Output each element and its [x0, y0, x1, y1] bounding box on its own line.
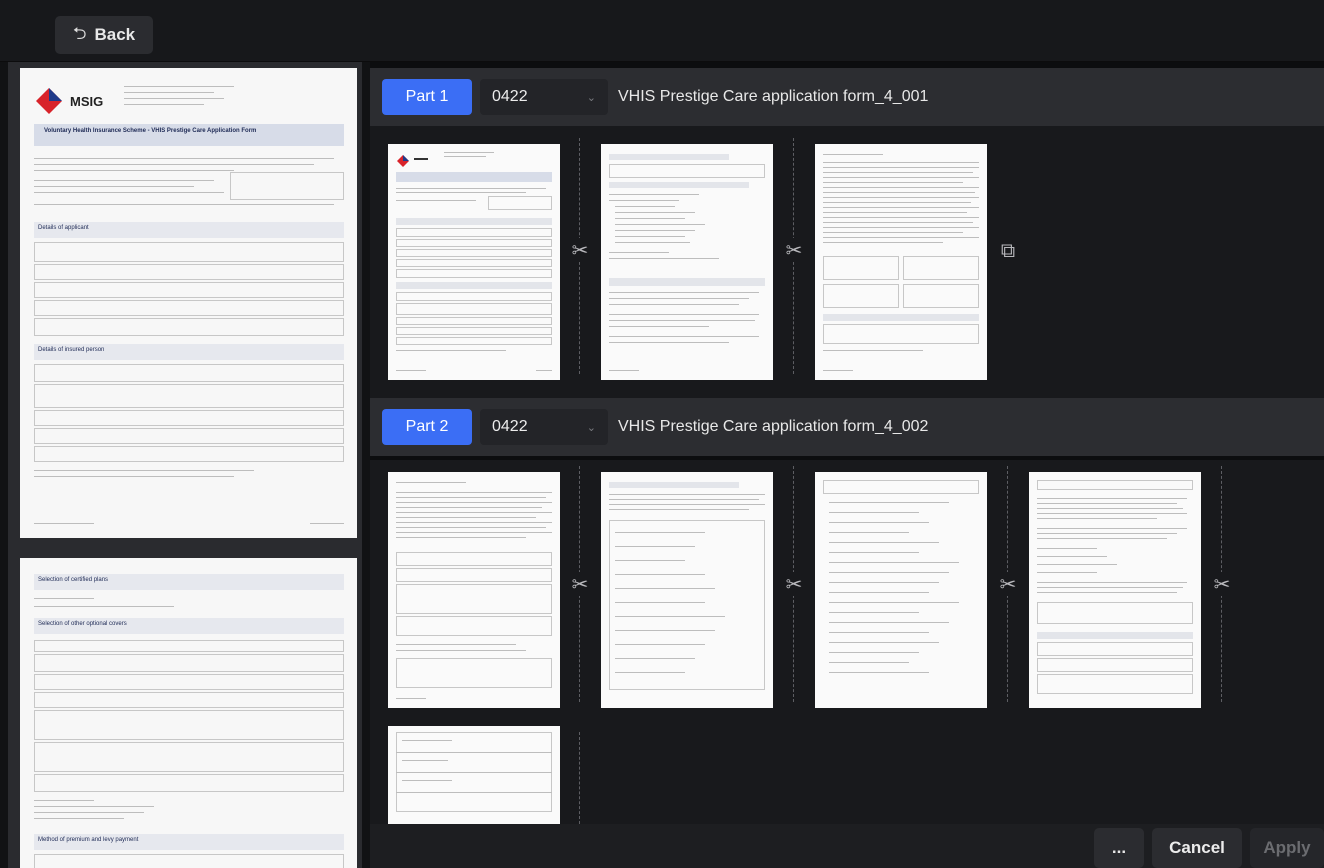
part-2-filename: VHIS Prestige Care application form_4_00… [618, 418, 929, 435]
part-1-code-select[interactable]: 0422 ⌄ [480, 79, 608, 115]
part-1-button[interactable]: Part 1 [382, 79, 472, 115]
split-divider[interactable]: ✂ [774, 126, 814, 398]
msig-logo [397, 155, 409, 167]
top-bar: ⮌ Back [0, 0, 1324, 62]
undo-arrow-icon: ⮌ [72, 23, 87, 44]
section-applicant: Details of applicant [38, 225, 89, 231]
cancel-button[interactable]: Cancel [1152, 828, 1242, 868]
part-1-header: Part 1 0422 ⌄ VHIS Prestige Care applica… [370, 68, 1324, 126]
merge-icon[interactable]: ⧉ [996, 238, 1020, 262]
split-divider[interactable]: ✂ [560, 126, 600, 398]
part-1-pages: ✂ ✂ ⧉ [370, 126, 1324, 398]
document-preview-panel[interactable]: MSIG Voluntary Health Insurance Scheme -… [8, 62, 362, 868]
part-2-code-select[interactable]: 0422 ⌄ [480, 409, 608, 445]
apply-button[interactable]: Apply [1250, 828, 1324, 868]
scissors-icon[interactable]: ✂ [568, 238, 592, 262]
page-thumbnail[interactable] [388, 472, 560, 708]
scissors-icon[interactable]: ✂ [782, 238, 806, 262]
section-insured: Details of insured person [38, 347, 105, 353]
split-divider[interactable]: ✂ [774, 460, 814, 720]
preview-page-1[interactable]: MSIG Voluntary Health Insurance Scheme -… [20, 68, 357, 538]
part-2-code-value: 0422 [492, 418, 528, 435]
part-1-code-value: 0422 [492, 88, 528, 105]
scissors-icon[interactable]: ✂ [568, 572, 592, 596]
part-1-filename: VHIS Prestige Care application form_4_00… [618, 88, 929, 105]
page-thumbnail[interactable] [601, 472, 773, 708]
action-bar: ... Cancel Apply [370, 824, 1324, 868]
chevron-down-icon: ⌄ [586, 420, 596, 434]
page-thumbnail[interactable] [815, 472, 987, 708]
chevron-down-icon: ⌄ [586, 90, 596, 104]
preview-page-2[interactable]: Selection of certified plans Selection o… [20, 558, 357, 868]
page-thumbnail[interactable] [815, 144, 987, 380]
split-workspace: Part 1 0422 ⌄ VHIS Prestige Care applica… [370, 62, 1324, 868]
split-divider[interactable]: ⧉ [988, 126, 1028, 398]
page-thumbnail[interactable] [1029, 472, 1201, 708]
section-optional-covers: Selection of other optional covers [38, 621, 127, 627]
page-thumbnail[interactable] [388, 726, 560, 824]
scissors-icon[interactable]: ✂ [782, 572, 806, 596]
split-divider[interactable] [560, 726, 600, 824]
page-thumbnail[interactable] [601, 144, 773, 380]
split-divider[interactable]: ✂ [560, 460, 600, 720]
back-button[interactable]: ⮌ Back [55, 16, 153, 54]
scissors-icon[interactable]: ✂ [1210, 572, 1234, 596]
more-button[interactable]: ... [1094, 828, 1144, 868]
part-2-button[interactable]: Part 2 [382, 409, 472, 445]
page-thumbnail[interactable] [388, 144, 560, 380]
section-payment-method: Method of premium and levy payment [38, 837, 139, 843]
part-2-pages: ✂ ✂ ✂ ✂ [370, 460, 1324, 824]
scissors-icon[interactable]: ✂ [996, 572, 1020, 596]
msig-logo [36, 88, 62, 114]
section-certified-plans: Selection of certified plans [38, 577, 109, 583]
form-title: Voluntary Health Insurance Scheme - VHIS… [44, 128, 257, 134]
split-divider[interactable]: ✂ [988, 460, 1028, 720]
split-divider[interactable]: ✂ [1202, 460, 1242, 720]
msig-brand: MSIG [70, 94, 104, 109]
back-label: Back [94, 25, 136, 44]
part-2-header: Part 2 0422 ⌄ VHIS Prestige Care applica… [370, 398, 1324, 456]
